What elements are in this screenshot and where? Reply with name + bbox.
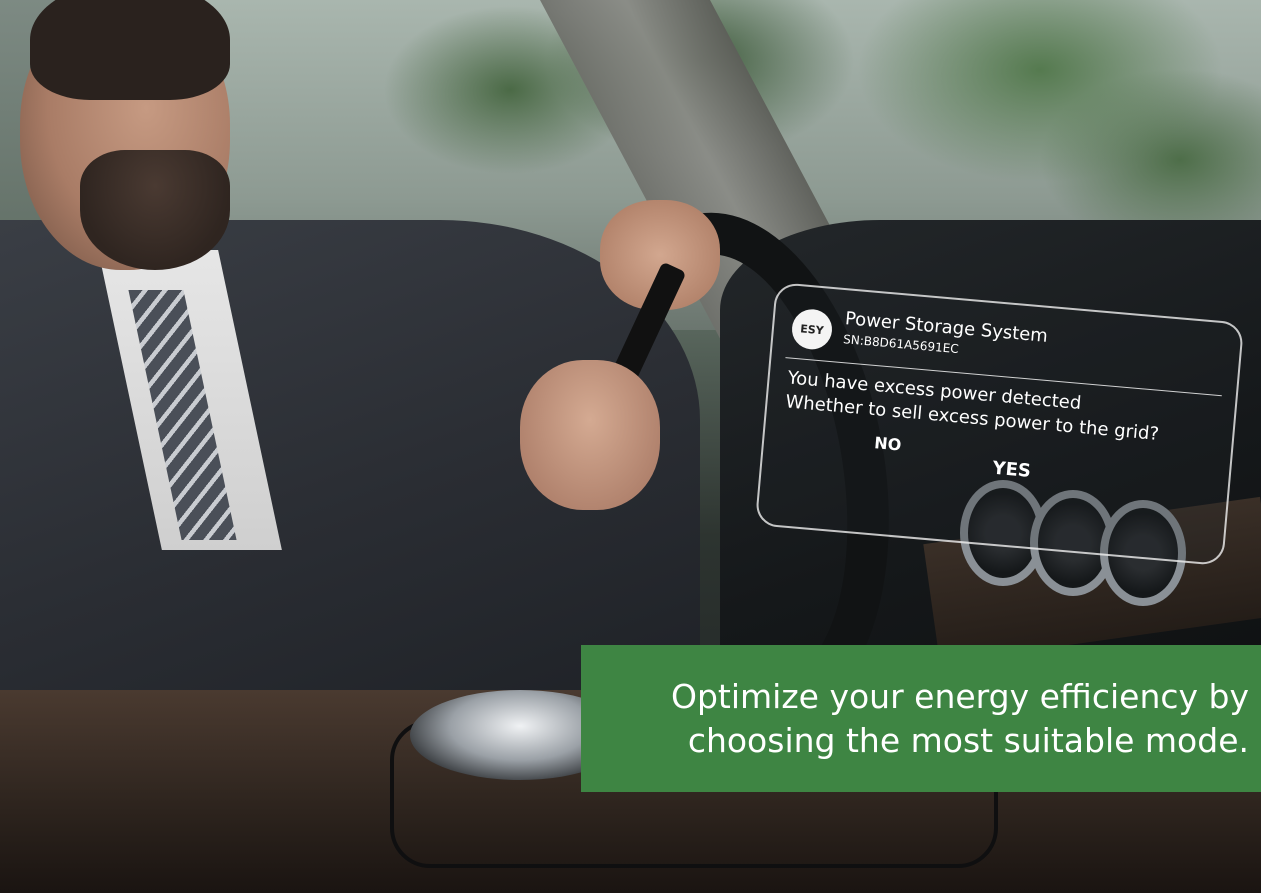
man-head xyxy=(20,0,230,270)
hand xyxy=(520,360,660,510)
caption-banner: Optimize your energy efficiency by choos… xyxy=(581,645,1261,792)
man-beard xyxy=(80,150,230,270)
man-hair xyxy=(30,0,230,100)
caption-line: Optimize your energy efficiency by xyxy=(671,677,1249,716)
holographic-notification-card: ESY Power Storage System SN:B8D61A5691EC… xyxy=(754,282,1245,567)
caption-line: choosing the most suitable mode. xyxy=(687,721,1249,760)
no-button[interactable]: NO xyxy=(874,433,903,454)
yes-button[interactable]: YES xyxy=(992,458,1032,482)
esy-logo-icon: ESY xyxy=(790,307,834,351)
